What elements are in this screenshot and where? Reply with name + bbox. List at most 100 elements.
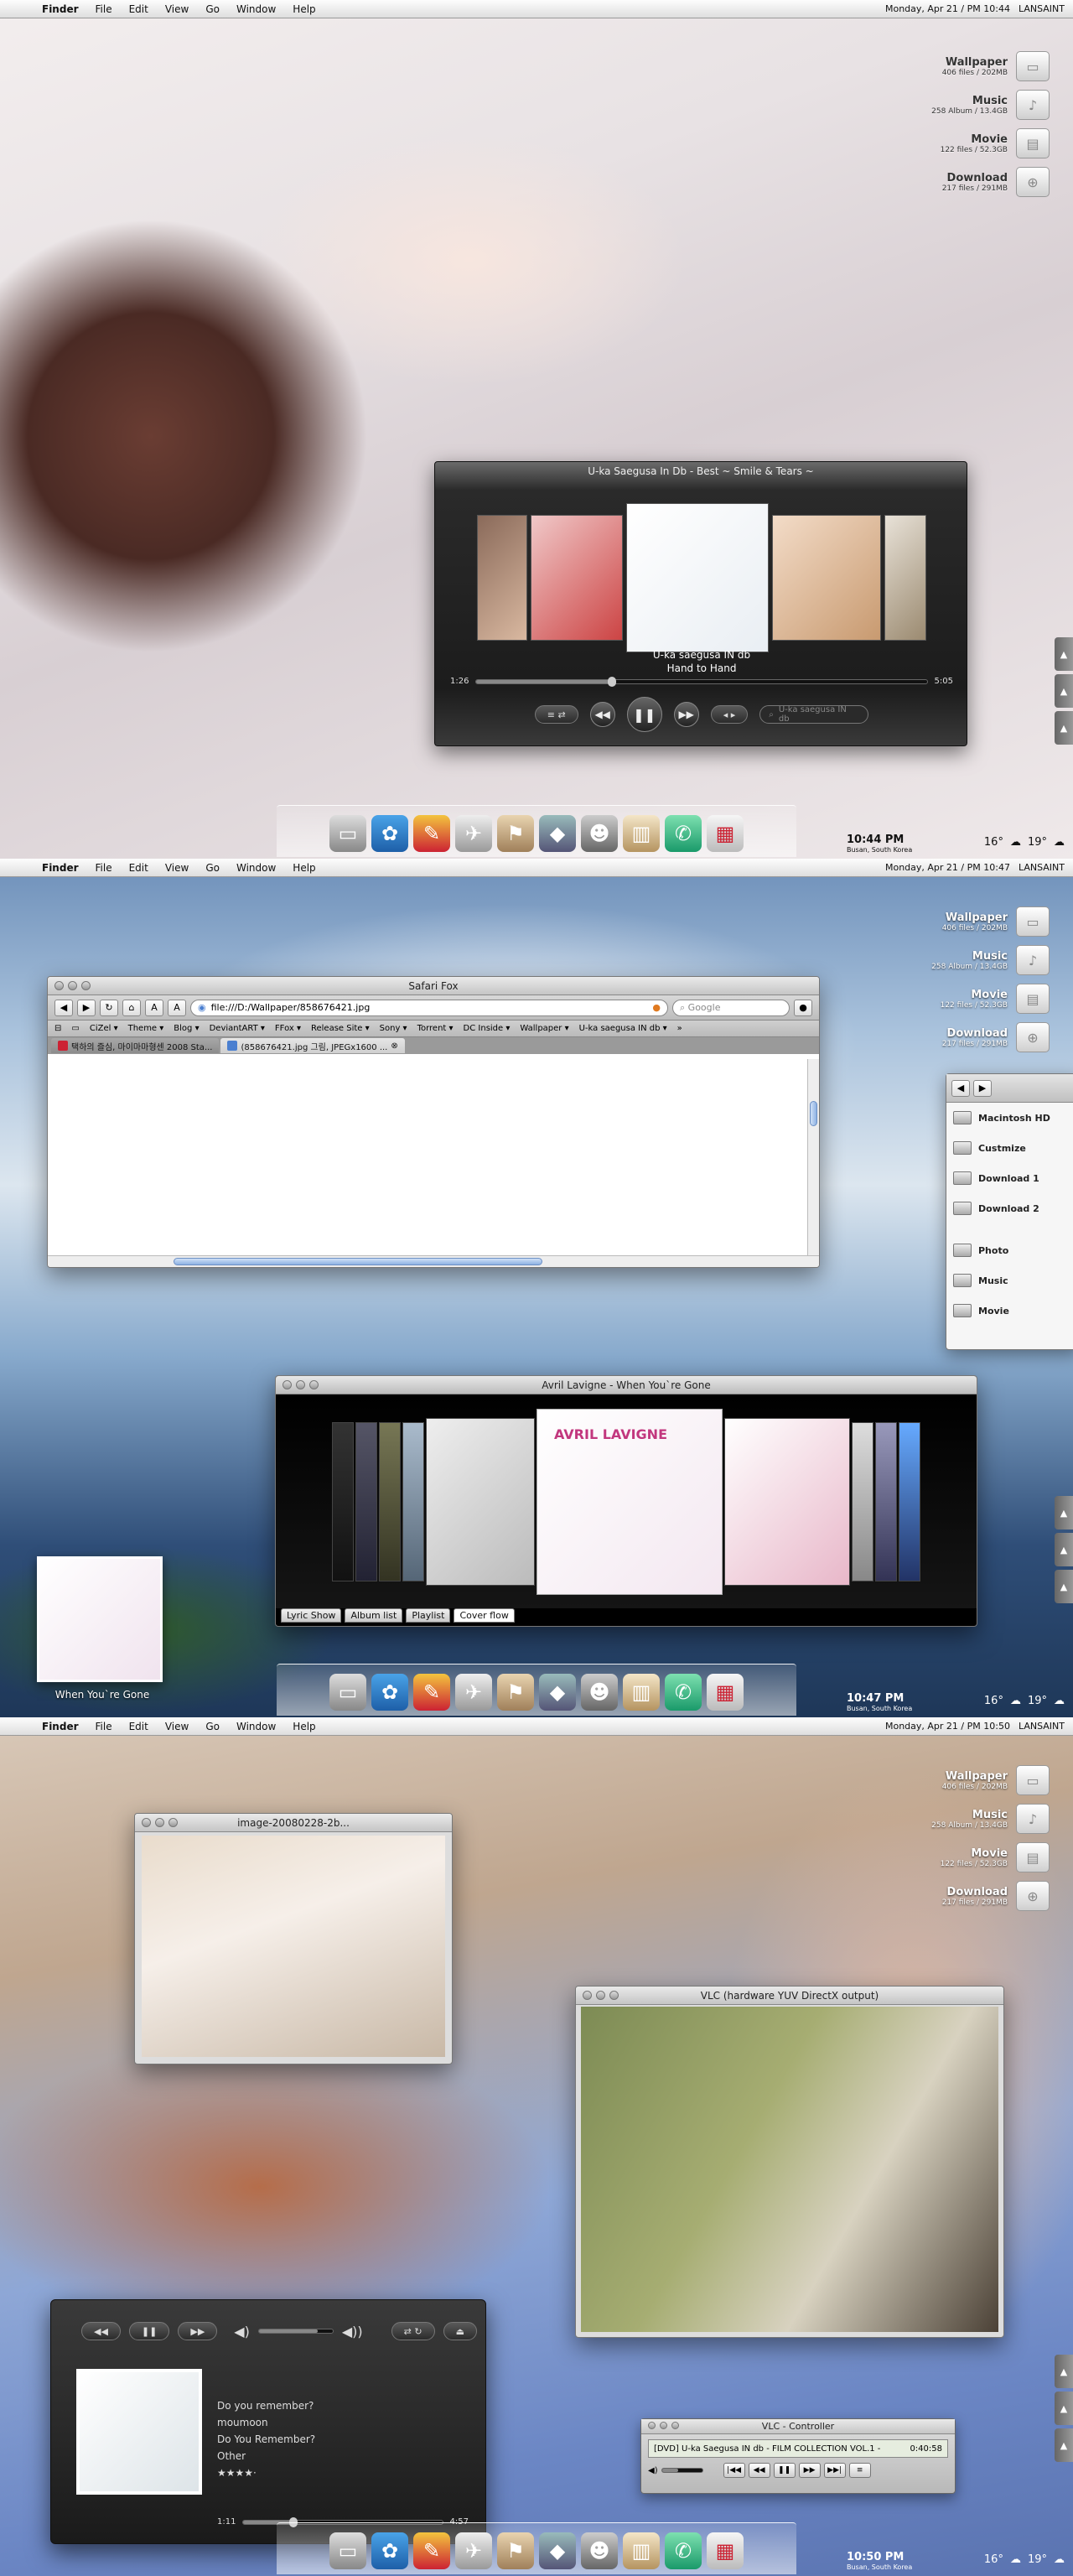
files-dock-icon[interactable]: ▥	[623, 815, 660, 852]
vertical-scrollbar[interactable]	[807, 1059, 819, 1255]
progress-knob[interactable]	[607, 676, 616, 687]
google-search-input[interactable]: ⌕ Google	[672, 999, 790, 1016]
tab-1[interactable]: 택하의 즐심, 마이마마형센 2008 Sta...	[51, 1038, 220, 1053]
bookmark-more[interactable]: »	[677, 1024, 682, 1033]
finder-item-photo[interactable]: Photo	[946, 1235, 1073, 1265]
crayons-dock-icon[interactable]: ✎	[413, 1674, 450, 1711]
next-button[interactable]: ▶▶	[178, 2322, 218, 2340]
album-cover[interactable]	[875, 1421, 897, 1581]
previous-button[interactable]: ◀◀	[589, 702, 615, 727]
finder-item-custmize[interactable]: Custmize	[946, 1133, 1073, 1163]
volume-slider[interactable]	[257, 2329, 334, 2334]
bookmark-uka[interactable]: U-ka saegusa IN db ▾	[579, 1024, 667, 1033]
files-dock-icon[interactable]: ▥	[623, 2532, 660, 2569]
shuttle-dock-icon[interactable]: ✈	[455, 2532, 492, 2569]
shuffle-repeat-toggle[interactable]: ⇄ ↻	[391, 2322, 435, 2340]
minimize-button[interactable]	[596, 1991, 605, 2000]
album-cover[interactable]	[355, 1421, 377, 1581]
back-button[interactable]: ◀	[54, 999, 73, 1016]
finder-item-music[interactable]: Music	[946, 1265, 1073, 1296]
tab-album-list[interactable]: Album list	[345, 1608, 403, 1623]
crayons-dock-icon[interactable]: ✎	[413, 2532, 450, 2569]
finder-item-download-2[interactable]: Download 2	[946, 1193, 1073, 1223]
zoom-button[interactable]	[309, 1380, 319, 1389]
shuttle-dock-icon[interactable]: ✈	[455, 1674, 492, 1711]
close-button[interactable]	[283, 1380, 292, 1389]
rewind-button[interactable]: ◀◀	[748, 2463, 770, 2478]
rss-icon[interactable]: ●	[652, 1002, 661, 1013]
shuttle-dock-icon[interactable]: ✈	[455, 815, 492, 852]
side-tab[interactable]: ▲	[1055, 637, 1073, 671]
finder-dock-icon[interactable]: ▭	[329, 2532, 366, 2569]
shelf-item-music[interactable]: Music 258 Album / 13.4GB ♪	[857, 1800, 1050, 1838]
side-tab[interactable]: ▲	[1055, 2355, 1073, 2388]
bookmark-blog[interactable]: Blog ▾	[174, 1024, 199, 1033]
home-button[interactable]: ⌂	[122, 999, 141, 1016]
chat-dock-icon[interactable]: ✆	[665, 2532, 702, 2569]
coverflow-window[interactable]: Avril Lavigne - When You`re Gone AVRIL L…	[275, 1375, 977, 1627]
dark-music-player[interactable]: ◀◀ ❚❚ ▶▶ ◀) ◀)) ⇄ ↻ ⏏ Do you remember? m…	[50, 2299, 486, 2544]
menu-clock[interactable]: Monday, Apr 21 / PM 10:44	[885, 3, 1010, 14]
cube-dock-icon[interactable]: ◆	[539, 815, 576, 852]
finder-sidebar-window[interactable]: ◀ ▶ Macintosh HD Custmize Download 1 Dow…	[946, 1073, 1073, 1350]
finder-item-movie[interactable]: Movie	[946, 1296, 1073, 1326]
minimize-button[interactable]	[155, 1818, 164, 1827]
bookmark-deviantart[interactable]: DeviantART ▾	[210, 1024, 265, 1033]
menu-clock[interactable]: Monday, Apr 21 / PM 10:47	[885, 862, 1010, 873]
robot-dock-icon[interactable]: ☻	[581, 1674, 618, 1711]
close-button[interactable]	[583, 1991, 592, 2000]
album-cover[interactable]	[884, 515, 926, 641]
shelf-item-download[interactable]: Download 217 files / 291MB ⊕	[857, 1877, 1050, 1915]
side-tab[interactable]: ▲	[1055, 1496, 1073, 1530]
robot-dock-icon[interactable]: ☻	[581, 2532, 618, 2569]
menu-finder[interactable]: Finder	[34, 862, 87, 874]
tab-cover-flow[interactable]: Cover flow	[454, 1608, 515, 1623]
album-cover[interactable]	[426, 1417, 535, 1586]
shelf-item-wallpaper[interactable]: Wallpaper 406 files / 202MB ▭	[857, 47, 1050, 86]
next-button[interactable]: ▶▶	[673, 702, 699, 727]
stop-button[interactable]: ●	[794, 999, 812, 1016]
bookmark-torrent[interactable]: Torrent ▾	[417, 1024, 454, 1033]
vlc-controller[interactable]: VLC - Controller [DVD] U-ka Saegusa IN d…	[640, 2418, 956, 2494]
next-button[interactable]: ▶▶|	[823, 2463, 846, 2478]
menu-help[interactable]: Help	[284, 1721, 324, 1732]
window-title-bar[interactable]: image-20080228-2b...	[135, 1814, 452, 1832]
menu-help[interactable]: Help	[284, 3, 324, 15]
finder-dock-icon[interactable]: ▭	[329, 815, 366, 852]
side-tab[interactable]: ▲	[1055, 674, 1073, 708]
tab-playlist[interactable]: Playlist	[406, 1608, 451, 1623]
minimize-button[interactable]	[68, 981, 77, 990]
menu-edit[interactable]: Edit	[121, 1721, 157, 1732]
chat-dock-icon[interactable]: ✆	[665, 1674, 702, 1711]
sign-dock-icon[interactable]: ⚑	[497, 2532, 534, 2569]
calendar-dock-icon[interactable]: ▦	[707, 2532, 744, 2569]
shelf-item-music[interactable]: Music 258 Album / 13.4GB ♪	[857, 86, 1050, 124]
calendar-dock-icon[interactable]: ▦	[707, 815, 744, 852]
album-cover[interactable]	[332, 1421, 354, 1581]
sign-dock-icon[interactable]: ⚑	[497, 815, 534, 852]
pause-button[interactable]: ❚❚	[128, 2322, 170, 2340]
zoom-button[interactable]	[168, 1818, 178, 1827]
bookmark-release-site[interactable]: Release Site ▾	[311, 1024, 370, 1033]
forward-button[interactable]: ▶▶	[798, 2463, 821, 2478]
bookmark-ffox[interactable]: FFox ▾	[275, 1024, 301, 1033]
finder-dock-icon[interactable]: ▭	[329, 1674, 366, 1711]
player-coverflow[interactable]	[472, 502, 931, 653]
menu-clock[interactable]: Monday, Apr 21 / PM 10:50	[885, 1721, 1010, 1732]
vlc-video-window[interactable]: VLC (hardware YUV DirectX output)	[575, 1986, 1004, 2338]
side-tab[interactable]: ▲	[1055, 1570, 1073, 1603]
shelf-item-movie[interactable]: Movie 122 files / 52.3GB ▤	[857, 979, 1050, 1018]
menu-help[interactable]: Help	[284, 862, 324, 874]
scroll-thumb[interactable]	[810, 1101, 817, 1126]
menu-view[interactable]: View	[157, 862, 197, 874]
menu-file[interactable]: File	[87, 3, 121, 15]
menu-user[interactable]: LANSAINT	[1019, 1721, 1065, 1732]
volume-slider[interactable]	[661, 2468, 703, 2473]
menu-window[interactable]: Window	[228, 1721, 284, 1732]
text-larger-button[interactable]: A	[168, 999, 186, 1016]
side-tab[interactable]: ▲	[1055, 2392, 1073, 2425]
pause-button[interactable]: ❚❚	[626, 697, 662, 732]
tab-lyric-show[interactable]: Lyric Show	[281, 1608, 342, 1623]
album-cover-current[interactable]	[626, 503, 769, 652]
bookmark-sony[interactable]: Sony ▾	[380, 1024, 407, 1033]
